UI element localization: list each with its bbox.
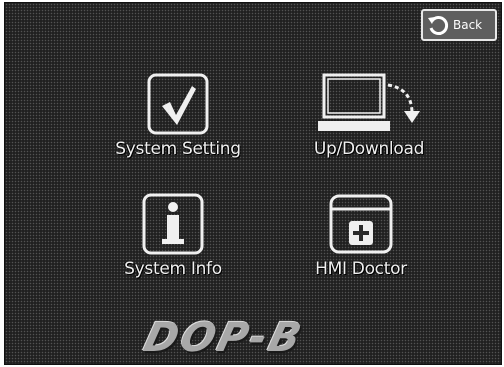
brand-logo: DOP-B xyxy=(139,315,309,361)
info-icon xyxy=(142,193,204,255)
back-button-label: Back xyxy=(453,18,483,32)
back-arrow-circle-icon xyxy=(428,16,449,35)
system-info-label: System Info xyxy=(124,259,222,279)
hmi-doctor-tile[interactable]: HMI Doctor xyxy=(281,193,441,279)
hmi-doctor-label: HMI Doctor xyxy=(315,259,407,279)
computer-download-icon xyxy=(318,73,420,131)
updownload-label: Up/Download xyxy=(313,139,425,159)
system-setting-label: System Setting xyxy=(115,139,241,159)
updownload-tile[interactable]: Up/Download xyxy=(289,73,449,159)
system-info-tile[interactable]: System Info xyxy=(103,193,243,279)
back-button[interactable]: Back xyxy=(421,9,497,41)
system-setting-tile[interactable]: System Setting xyxy=(93,73,263,159)
checkmark-icon xyxy=(147,73,209,135)
medical-kit-icon xyxy=(329,194,393,254)
hmi-screen: Back System Setting Up/Download System I… xyxy=(4,2,502,365)
